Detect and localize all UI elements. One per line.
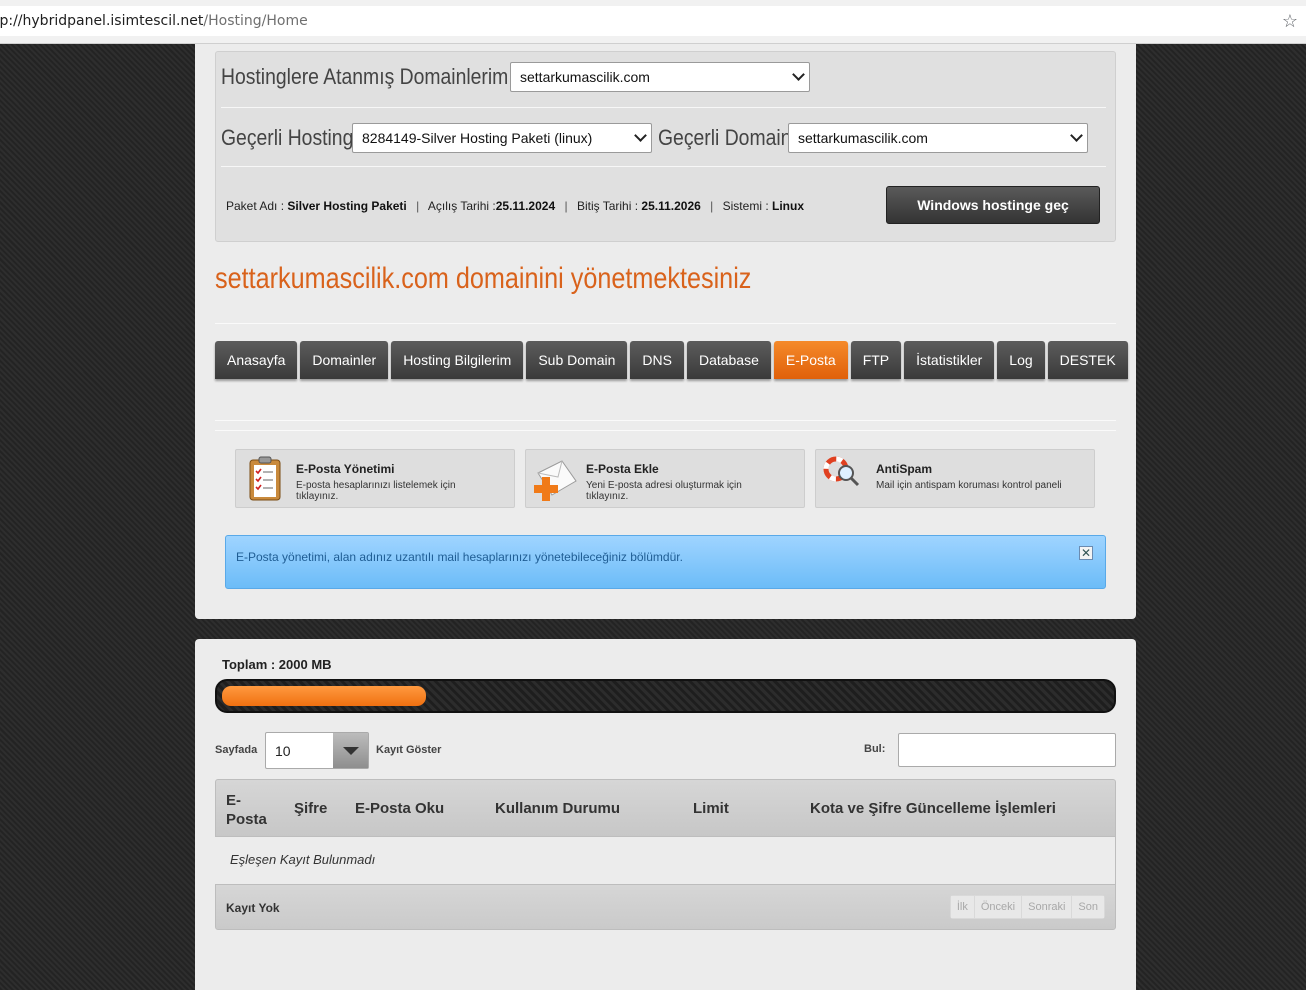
bookmark-star-icon[interactable]: ☆	[1282, 11, 1298, 31]
tab-hosting-bilgilerim[interactable]: Hosting Bilgilerim	[391, 341, 524, 379]
divider	[215, 430, 1116, 431]
record-info: Kayıt Yok	[226, 901, 280, 915]
empty-message: Eşleşen Kayıt Bulunmadı	[230, 852, 376, 867]
package-name-value: Silver Hosting Paketi	[287, 199, 407, 213]
tab-ftp[interactable]: FTP	[850, 341, 902, 379]
email-list-panel: Toplam : 2000 MB Sayfada 10 Kayıt Göster…	[195, 639, 1136, 990]
table-body: Eşleşen Kayıt Bulunmadı	[215, 837, 1116, 884]
url-host: tp://hybridpanel.isimtescil.net	[0, 13, 204, 29]
table-header: E-Posta Şifre E-Posta Oku Kullanım Durum…	[215, 779, 1116, 837]
search-label: Bul:	[864, 743, 886, 755]
search-input[interactable]	[898, 733, 1116, 767]
divider	[215, 323, 1116, 324]
previous-page-button[interactable]: Önceki	[974, 896, 1023, 918]
current-domain-label: Geçerli Domain	[658, 125, 792, 150]
column-header-read-mail[interactable]: E-Posta Oku	[355, 800, 444, 817]
quick-link-desc: E-posta hesaplarınızı listelemek için tı…	[296, 480, 456, 502]
column-header-usage[interactable]: Kullanım Durumu	[495, 800, 620, 817]
chevron-down-icon	[634, 129, 647, 142]
assigned-domain-value: settarkumascilik.com	[520, 69, 650, 85]
quick-link-title: AntiSpam	[876, 462, 933, 476]
current-hosting-label: Geçerli Hosting	[221, 125, 354, 150]
tab-log[interactable]: Log	[997, 341, 1045, 379]
package-meta: Paket Adı : Silver Hosting Paketi | Açıl…	[226, 199, 804, 213]
end-date-label: Bitiş Tarihi :	[576, 199, 639, 213]
open-date-value: 25.11.2024	[495, 199, 556, 213]
tab-destek[interactable]: DESTEK	[1047, 341, 1128, 379]
column-header-email[interactable]: E-Posta	[226, 791, 276, 829]
tab-e-posta[interactable]: E-Posta	[773, 341, 848, 379]
divider	[221, 107, 1106, 108]
hosting-info-box: Hostinglere Atanmış Domainlerim settarku…	[215, 51, 1116, 242]
per-page-select[interactable]: 10	[265, 732, 369, 769]
quota-progress-fill	[222, 686, 426, 706]
tab-domainler[interactable]: Domainler	[300, 341, 389, 379]
tab-database[interactable]: Database	[686, 341, 771, 379]
system-value: Linux	[772, 199, 804, 213]
end-date-value: 25.11.2026	[641, 199, 701, 213]
assigned-domain-select[interactable]: settarkumascilik.com	[510, 62, 810, 92]
per-page-label: Sayfada	[215, 744, 258, 756]
column-header-actions: Kota ve Şifre Güncelleme İşlemleri	[810, 800, 1056, 817]
open-date-label: Açılış Tarihi :	[427, 199, 496, 213]
last-page-button[interactable]: Son	[1072, 896, 1104, 918]
current-domain-value: settarkumascilik.com	[798, 130, 928, 146]
tab-i-statistikler[interactable]: İstatistikler	[904, 341, 995, 379]
column-header-password[interactable]: Şifre	[294, 800, 327, 817]
page-title: settarkumascilik.com domainini yönetmekt…	[215, 262, 752, 295]
browser-toolbar: tp://hybridpanel.isimtescil.net/Hosting/…	[0, 0, 1306, 44]
add-mail-icon	[532, 455, 578, 503]
add-email-link[interactable]: E-Posta Ekle Yeni E-posta adresi oluştur…	[525, 449, 805, 508]
first-page-button[interactable]: İlk	[950, 896, 975, 918]
quick-link-desc: Mail için antispam koruması kontrol pane…	[876, 480, 1062, 491]
hosting-panel: Hostinglere Atanmış Domainlerim settarku…	[195, 44, 1136, 619]
antispam-link[interactable]: AntiSpam Mail için antispam koruması kon…	[815, 449, 1095, 508]
lifebuoy-search-icon	[822, 455, 868, 503]
next-page-button[interactable]: Sonraki	[1022, 896, 1073, 918]
current-domain-select[interactable]: settarkumascilik.com	[788, 123, 1088, 153]
close-icon[interactable]: ✕	[1079, 546, 1093, 560]
current-hosting-value: 8284149-Silver Hosting Paketi (linux)	[362, 130, 593, 146]
column-header-limit[interactable]: Limit	[693, 800, 729, 817]
quick-link-title: E-Posta Yönetimi	[296, 462, 395, 476]
tab-dns[interactable]: DNS	[630, 341, 684, 379]
url-path: /Hosting/Home	[203, 13, 308, 29]
email-management-link[interactable]: E-Posta Yönetimi E-posta hesaplarınızı l…	[235, 449, 515, 508]
quick-link-title: E-Posta Ekle	[586, 462, 659, 476]
assigned-domains-label: Hostinglere Atanmış Domainlerim	[221, 64, 509, 89]
divider	[215, 420, 1116, 421]
address-bar[interactable]: tp://hybridpanel.isimtescil.net/Hosting/…	[0, 6, 1306, 36]
switch-to-windows-button[interactable]: Windows hostinge geç	[886, 186, 1100, 224]
tab-sub-domain[interactable]: Sub Domain	[526, 341, 628, 379]
quota-total: Toplam : 2000 MB	[222, 657, 332, 672]
quick-link-desc: Yeni E-posta adresi oluşturmak için tıkl…	[586, 480, 742, 502]
chevron-down-icon	[1070, 129, 1083, 142]
quota-progress-bar	[215, 679, 1116, 713]
system-label: Sistemi :	[722, 199, 769, 213]
url-text: tp://hybridpanel.isimtescil.net/Hosting/…	[0, 13, 308, 29]
divider	[221, 166, 1106, 167]
info-alert: E-Posta yönetimi, alan adınız uzantılı m…	[225, 535, 1106, 589]
tab-anasayfa[interactable]: Anasayfa	[215, 341, 298, 379]
chevron-down-icon	[792, 68, 805, 81]
clipboard-checklist-icon	[242, 455, 288, 503]
show-records-label: Kayıt Göster	[376, 744, 442, 756]
nav-tabs: Anasayfa Domainler Hosting Bilgilerim Sub D…	[215, 341, 1131, 379]
table-footer: Kayıt Yok İlk Önceki Sonraki Son	[215, 884, 1116, 930]
package-name-label: Paket Adı :	[226, 199, 285, 213]
alert-text: E-Posta yönetimi, alan adınız uzantılı m…	[236, 550, 683, 564]
current-hosting-select[interactable]: 8284149-Silver Hosting Paketi (linux)	[352, 123, 652, 153]
dropdown-arrow-icon	[333, 733, 368, 768]
pagination: İlk Önceki Sonraki Son	[949, 895, 1105, 919]
per-page-value: 10	[275, 742, 291, 759]
